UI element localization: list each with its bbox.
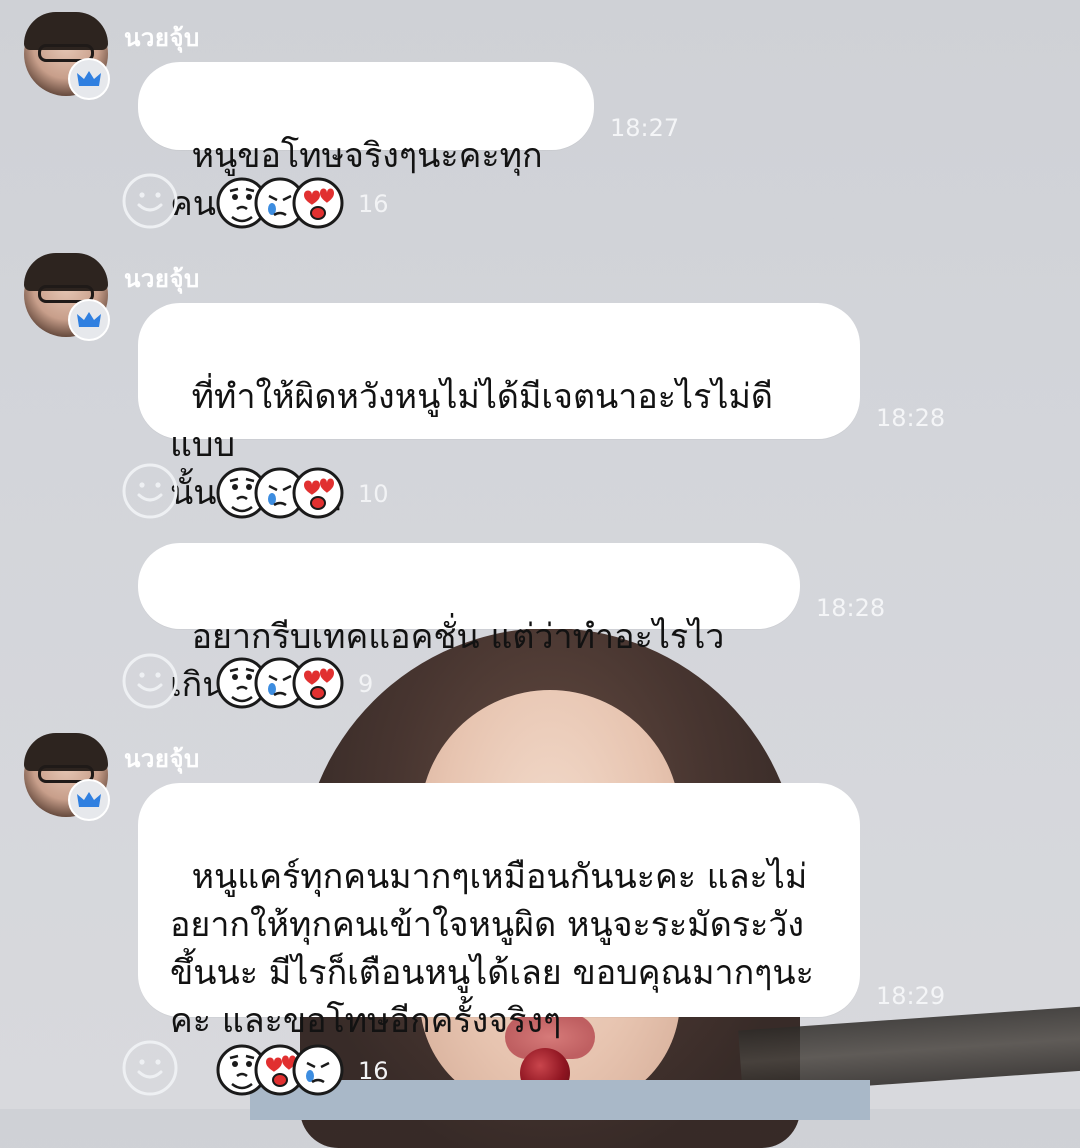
heart-eyes-face-icon — [292, 657, 344, 709]
message-time: 18:29 — [876, 982, 946, 1010]
message-text: หนูแคร์ทุกคนมากๆเหมือนกันนะคะ และไม่ อยา… — [170, 857, 814, 1041]
add-reaction-smile-icon[interactable] — [122, 463, 178, 519]
sender-name: นวยจุ้บ — [124, 265, 200, 293]
message-bubble[interactable]: อยากรีบเทคแอคชั่น แต่ว่าทำอะไรไวเกิน — [138, 543, 800, 705]
message-time: 18:28 — [876, 404, 946, 432]
message-bubble[interactable]: ที่ทำให้ผิดหวังหนูไม่ได้มีเจตนาอะไรไม่ดี… — [138, 303, 860, 513]
message-time: 18:27 — [610, 114, 680, 142]
message-time: 18:28 — [816, 594, 886, 622]
reaction-stack[interactable] — [216, 465, 346, 521]
sender-avatar[interactable] — [24, 12, 110, 100]
crying-face-icon — [292, 1044, 344, 1096]
sender-avatar[interactable] — [24, 253, 110, 341]
reaction-count: 16 — [358, 190, 389, 218]
crown-icon — [68, 299, 110, 341]
sender-name: นวยจุ้บ — [124, 745, 200, 773]
add-reaction-smile-icon[interactable] — [122, 1040, 178, 1096]
reaction-stack[interactable] — [216, 175, 346, 231]
crown-icon — [68, 779, 110, 821]
add-reaction-smile-icon[interactable] — [122, 173, 178, 229]
reaction-count: 9 — [358, 670, 374, 698]
heart-eyes-face-icon — [292, 177, 344, 229]
message-bubble[interactable]: หนูขอโทษจริงๆนะคะทุกคน — [138, 62, 594, 224]
sender-name: นวยจุ้บ — [124, 24, 200, 52]
reaction-stack[interactable] — [216, 655, 346, 711]
crown-icon — [68, 58, 110, 100]
heart-eyes-face-icon — [292, 467, 344, 519]
sender-avatar[interactable] — [24, 733, 110, 821]
message-bubble[interactable]: หนูแคร์ทุกคนมากๆเหมือนกันนะคะ และไม่ อยา… — [138, 783, 860, 1041]
background-rail — [738, 1005, 1080, 1095]
reaction-count: 10 — [358, 480, 389, 508]
reaction-count: 16 — [358, 1057, 389, 1085]
background-cherry — [520, 1048, 570, 1098]
add-reaction-smile-icon[interactable] — [122, 653, 178, 709]
reaction-stack[interactable] — [216, 1042, 346, 1098]
